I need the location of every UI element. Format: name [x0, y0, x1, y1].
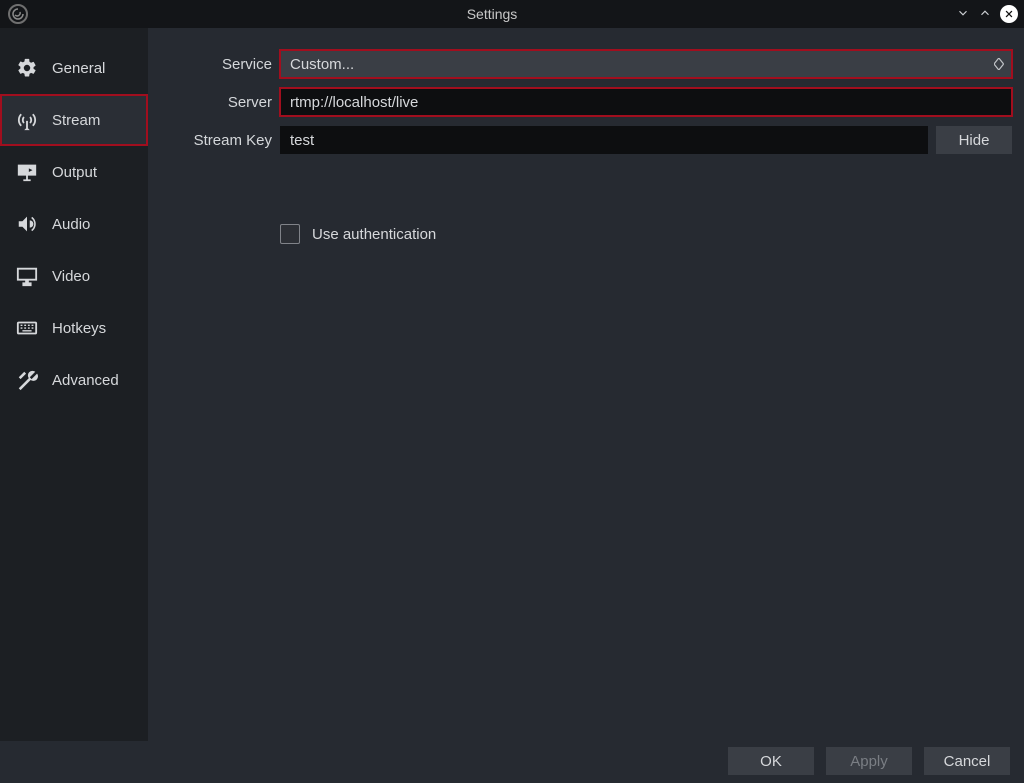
service-value: Custom...	[290, 56, 354, 73]
sidebar-item-stream[interactable]: Stream	[0, 94, 148, 146]
server-row: Server	[160, 88, 1012, 116]
window-title: Settings	[28, 6, 956, 22]
sidebar-item-label: Advanced	[52, 372, 119, 389]
sidebar-item-advanced[interactable]: Advanced	[0, 354, 148, 406]
sidebar-item-hotkeys[interactable]: Hotkeys	[0, 302, 148, 354]
apply-button[interactable]: Apply	[826, 747, 912, 775]
sidebar-item-audio[interactable]: Audio	[0, 198, 148, 250]
hide-stream-key-button[interactable]: Hide	[936, 126, 1012, 154]
service-combobox[interactable]: Custom...	[280, 50, 1012, 78]
use-auth-checkbox[interactable]	[280, 224, 300, 244]
wrench-icon	[14, 369, 40, 391]
sidebar-item-video[interactable]: Video	[0, 250, 148, 302]
auth-row: Use authentication	[280, 224, 1012, 244]
sidebar-item-label: Hotkeys	[52, 320, 106, 337]
server-input[interactable]	[280, 88, 1012, 116]
chevron-up-icon[interactable]	[978, 6, 992, 23]
keyboard-icon	[14, 317, 40, 339]
stream-key-label: Stream Key	[160, 132, 280, 149]
service-label: Service	[160, 56, 280, 73]
settings-sidebar: General Stream Output Audio Video Hotkey…	[0, 28, 148, 741]
sidebar-item-label: General	[52, 60, 105, 77]
speaker-icon	[14, 213, 40, 235]
stream-key-row: Stream Key Hide	[160, 126, 1012, 154]
sidebar-item-general[interactable]: General	[0, 42, 148, 94]
stream-key-input[interactable]	[280, 126, 928, 154]
close-button[interactable]	[1000, 5, 1018, 23]
service-row: Service Custom...	[160, 50, 1012, 78]
titlebar: Settings	[0, 0, 1024, 28]
monitor-icon	[14, 265, 40, 287]
antenna-icon	[14, 109, 40, 131]
use-auth-label: Use authentication	[312, 226, 436, 243]
sidebar-item-label: Stream	[52, 112, 100, 129]
obs-logo-icon	[8, 4, 28, 24]
combobox-spinner-icon	[992, 54, 1006, 74]
gear-icon	[14, 57, 40, 79]
sidebar-item-label: Audio	[52, 216, 90, 233]
sidebar-item-label: Video	[52, 268, 90, 285]
cancel-button[interactable]: Cancel	[924, 747, 1010, 775]
server-label: Server	[160, 94, 280, 111]
chevron-down-icon[interactable]	[956, 6, 970, 23]
dialog-footer: OK Apply Cancel	[0, 741, 1024, 783]
sidebar-item-label: Output	[52, 164, 97, 181]
ok-button[interactable]: OK	[728, 747, 814, 775]
monitor-out-icon	[14, 161, 40, 183]
stream-settings-panel: Service Custom... Server	[148, 28, 1024, 741]
sidebar-item-output[interactable]: Output	[0, 146, 148, 198]
